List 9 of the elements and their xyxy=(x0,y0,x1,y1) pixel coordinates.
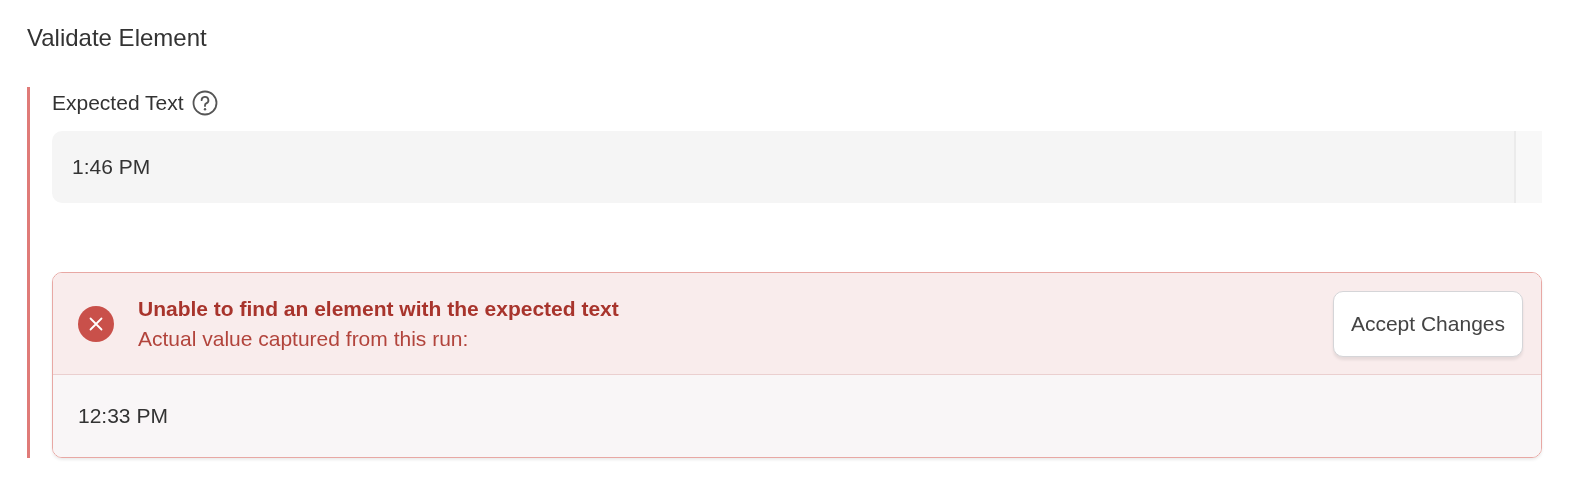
help-icon[interactable] xyxy=(191,90,218,116)
accept-changes-button[interactable]: Accept Changes xyxy=(1332,290,1523,357)
error-icon xyxy=(78,305,114,342)
field-label: Expected Text xyxy=(52,91,184,115)
error-message: Actual value captured from this run: xyxy=(138,326,470,351)
section-title: Validate Element xyxy=(27,23,208,53)
expected-text-field[interactable]: 1:46 PM xyxy=(52,131,1514,203)
actual-value: 12:33 PM xyxy=(78,404,168,428)
error-title: Unable to find an element with the expected text xyxy=(138,296,620,321)
